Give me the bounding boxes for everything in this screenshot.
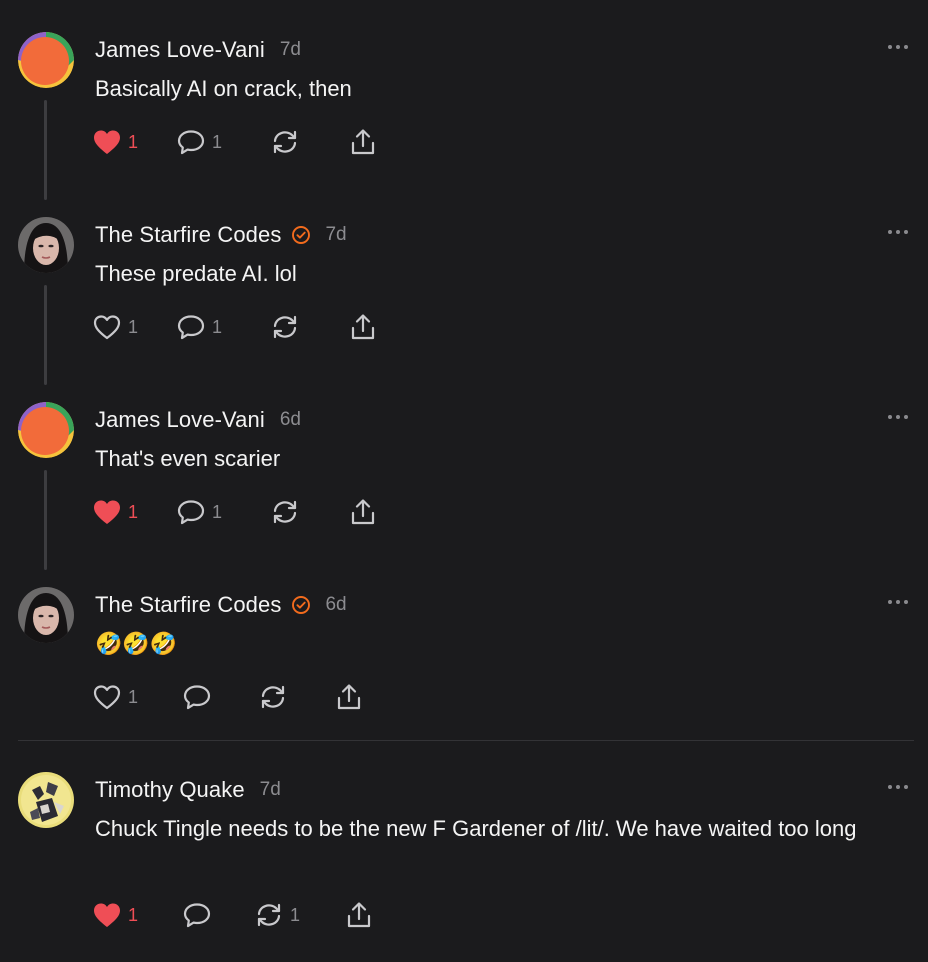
like-count: 1: [128, 501, 139, 522]
like-button[interactable]: 1: [92, 498, 176, 526]
share-icon: [347, 902, 371, 928]
more-options-icon[interactable]: [888, 412, 908, 422]
avatar[interactable]: [18, 32, 74, 88]
comment-text: That's even scarier: [95, 446, 281, 471]
comment-bubble-icon: [183, 903, 211, 928]
restack-icon: [261, 685, 285, 709]
timestamp[interactable]: 7d: [260, 779, 281, 801]
author-name[interactable]: The Starfire Codes: [95, 592, 281, 618]
more-options-icon[interactable]: [888, 42, 908, 52]
like-button[interactable]: 1: [92, 683, 182, 711]
comment-text: 🤣🤣🤣: [95, 631, 178, 656]
like-count: 1: [128, 316, 139, 337]
restack-button[interactable]: [270, 313, 348, 341]
author-name[interactable]: Timothy Quake: [95, 777, 245, 803]
author-row: James Love-Vani 7d: [95, 36, 301, 64]
heart-icon: [94, 130, 120, 154]
timestamp[interactable]: 7d: [325, 224, 346, 246]
comment: Timothy Quake 7d Chuck Tingle needs to b…: [0, 772, 928, 962]
like-button[interactable]: 1: [92, 313, 176, 341]
restack-icon: [273, 500, 297, 524]
author-name[interactable]: James Love-Vani: [95, 407, 265, 433]
more-options-icon[interactable]: [888, 597, 908, 607]
restack-count: 1: [290, 904, 301, 925]
author-name[interactable]: James Love-Vani: [95, 37, 265, 63]
author-row: James Love-Vani 6d: [95, 406, 301, 434]
share-button[interactable]: [344, 901, 374, 929]
heart-icon: [94, 500, 120, 524]
comment-count: 1: [212, 131, 223, 152]
restack-button[interactable]: [270, 128, 348, 156]
like-button[interactable]: 1: [92, 901, 182, 929]
share-button[interactable]: [348, 498, 378, 526]
restack-button[interactable]: [270, 498, 348, 526]
comment-button[interactable]: 1: [176, 498, 270, 526]
thread-divider: [18, 740, 914, 741]
more-options-icon[interactable]: [888, 782, 908, 792]
share-icon: [351, 314, 375, 340]
heart-icon: [93, 685, 121, 710]
share-button[interactable]: [334, 683, 364, 711]
comment-text: Basically AI on crack, then: [95, 76, 352, 101]
timestamp[interactable]: 7d: [280, 39, 301, 61]
verified-check-icon: [291, 595, 311, 615]
like-count: 1: [128, 131, 139, 152]
restack-button[interactable]: [258, 683, 334, 711]
like-count: 1: [128, 686, 139, 707]
avatar[interactable]: [18, 587, 74, 643]
comment-bubble-icon: [177, 130, 205, 155]
thread-line: [44, 285, 47, 385]
comment-bubble-icon: [177, 500, 205, 525]
action-bar: 1 1: [92, 494, 378, 530]
heart-icon: [93, 315, 121, 340]
comment-thread: James Love-Vani 7d Basically AI on crack…: [0, 0, 928, 962]
thread-line: [44, 100, 47, 200]
comment: The Starfire Codes 7d These predate AI. …: [0, 217, 928, 402]
comment-button[interactable]: [182, 901, 254, 929]
restack-icon: [273, 315, 297, 339]
comment-bubble-icon: [183, 685, 211, 710]
verified-check-icon: [291, 225, 311, 245]
comment: The Starfire Codes 6d 🤣🤣🤣 1: [0, 587, 928, 737]
action-bar: 1: [92, 679, 364, 715]
share-button[interactable]: [348, 128, 378, 156]
timestamp[interactable]: 6d: [325, 594, 346, 616]
like-count: 1: [128, 904, 139, 925]
share-icon: [351, 129, 375, 155]
author-name[interactable]: The Starfire Codes: [95, 222, 281, 248]
avatar[interactable]: [18, 772, 74, 828]
author-row: Timothy Quake 7d: [95, 776, 281, 804]
restack-button[interactable]: 1: [254, 901, 344, 929]
author-row: The Starfire Codes 7d: [95, 221, 347, 249]
restack-icon: [273, 130, 297, 154]
timestamp[interactable]: 6d: [280, 409, 301, 431]
comment-count: 1: [212, 501, 223, 522]
action-bar: 1 1: [92, 309, 378, 345]
more-options-icon[interactable]: [888, 227, 908, 237]
author-row: The Starfire Codes 6d: [95, 591, 347, 619]
restack-icon: [257, 903, 281, 927]
comment: James Love-Vani 7d Basically AI on crack…: [0, 32, 928, 217]
comment-count: 1: [212, 316, 223, 337]
comment-button[interactable]: 1: [176, 313, 270, 341]
comment-button[interactable]: [182, 683, 258, 711]
comment-text: Chuck Tingle needs to be the new F Garde…: [95, 816, 857, 841]
thread-line: [44, 470, 47, 570]
share-icon: [351, 499, 375, 525]
comment-button[interactable]: 1: [176, 128, 270, 156]
action-bar: 1 1: [92, 124, 378, 160]
comment: James Love-Vani 6d That's even scarier 1…: [0, 402, 928, 587]
comment-text: These predate AI. lol: [95, 261, 297, 286]
comment-bubble-icon: [177, 315, 205, 340]
avatar[interactable]: [18, 217, 74, 273]
heart-icon: [94, 903, 120, 927]
like-button[interactable]: 1: [92, 128, 176, 156]
share-button[interactable]: [348, 313, 378, 341]
avatar[interactable]: [18, 402, 74, 458]
share-icon: [337, 684, 361, 710]
action-bar: 1 1: [92, 897, 374, 933]
